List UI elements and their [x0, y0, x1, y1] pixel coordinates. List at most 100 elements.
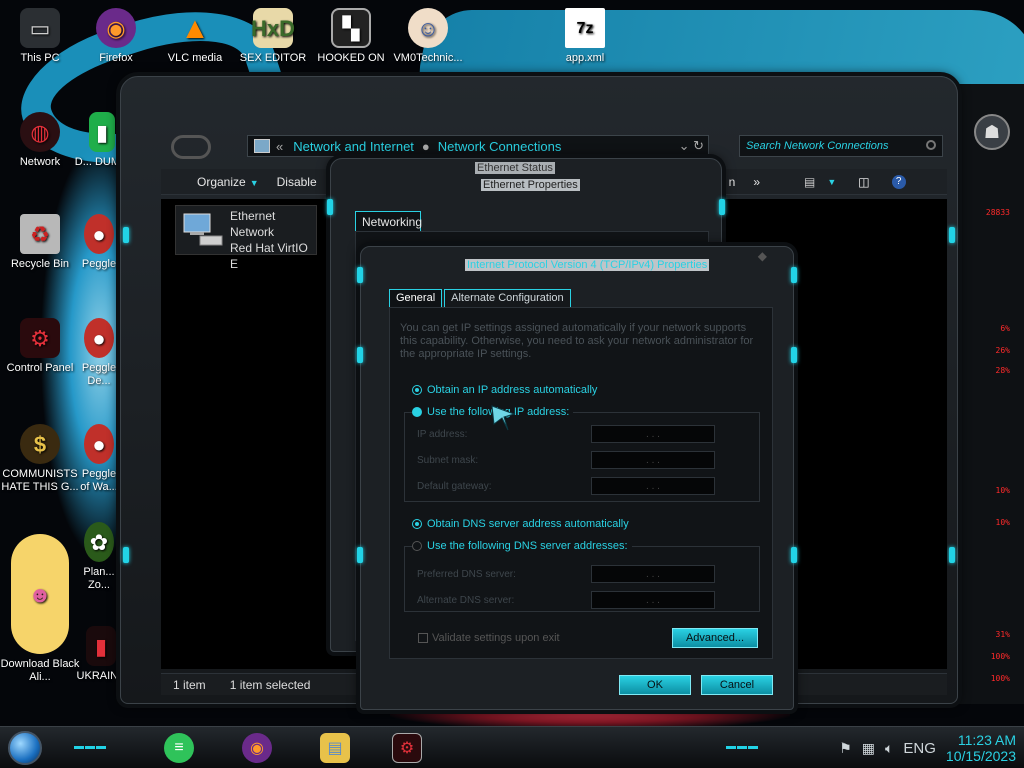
dialog-tabs: General Alternate Configuration [389, 289, 573, 307]
breadcrumb-network-internet[interactable]: Network and Internet [293, 139, 414, 154]
taskbar-control-panel-icon[interactable]: ⚙ [392, 733, 422, 763]
peggle-icon: ● [84, 214, 114, 254]
close-icon[interactable]: ◆ [758, 249, 767, 263]
chevron-down-icon[interactable]: ⌄ ↻ [679, 138, 704, 154]
frame-accent [791, 267, 797, 283]
tab-networking[interactable]: Networking [355, 211, 422, 231]
app-icon: ▮ [89, 112, 115, 152]
language-indicator[interactable]: ENG [903, 740, 936, 757]
desktop-icon-hooked-on[interactable]: ▚ HOOKED ON [311, 8, 391, 65]
desktop-icon-app-xml[interactable]: 7z app.xml [545, 8, 625, 65]
help-icon[interactable]: ? [891, 174, 906, 189]
taskbar-firefox-icon[interactable]: ◉ [242, 733, 272, 763]
desktop-icon-label: VM0Technic... [393, 52, 463, 64]
hex-editor-icon: HxD [251, 8, 295, 48]
clock[interactable]: 11:23 AM 10/15/2023 [946, 732, 1016, 764]
disable-device-button[interactable]: Disable [277, 175, 317, 189]
radio-indicator [412, 407, 422, 417]
radio-label: Obtain DNS server address automatically [427, 518, 629, 530]
tab-alternate-configuration[interactable]: Alternate Configuration [444, 289, 571, 307]
breadcrumb-overflow[interactable]: « [276, 139, 283, 154]
desktop-icon-this-pc[interactable]: ▭ This PC [0, 8, 80, 65]
system-monitor-gadget: ☗ 28833 6% 26% 28% 10% 10% 31% 100% 100% [956, 84, 1024, 704]
desktop-icon-plants-zombies[interactable]: ✿ Plan... Zo... [76, 522, 122, 592]
preferred-dns-field[interactable]: . . . [591, 565, 715, 583]
desktop-icon-peggle-deluxe[interactable]: ● Peggle De... [76, 318, 122, 388]
radio-indicator [412, 385, 422, 395]
organize-button[interactable]: Organize ▼ [179, 175, 259, 189]
desktop-icon-label: Peggle De... [81, 362, 117, 387]
desktop-icon-vm0technic[interactable]: ☺ VM0Technic... [388, 8, 468, 65]
peggle-icon: ● [84, 424, 114, 464]
desktop-icon-ukraine[interactable]: ▮ UKRAINE [76, 626, 126, 683]
search-input[interactable]: Search Network Connections [739, 135, 943, 157]
preview-pane-icon[interactable]: ◫ [858, 175, 869, 189]
frame-accent [949, 547, 955, 563]
connection-status: Network [230, 225, 275, 239]
money-bag-icon: $ [20, 424, 60, 464]
frame-accent [949, 227, 955, 243]
vlc-cone-icon: ▲ [180, 11, 210, 45]
status-item-count: 1 item [173, 677, 206, 692]
desktop-icon-download-black-alien[interactable]: ☻ Download Black Ali... [0, 534, 80, 684]
taskbar-accent: ▬▬▬ [74, 741, 107, 752]
general-tab-panel: You can get IP settings assigned automat… [389, 307, 773, 659]
desktop-icon-network[interactable]: ◍ Network [0, 112, 80, 169]
ok-button[interactable]: OK [619, 675, 691, 695]
advanced-button[interactable]: Advanced... [672, 628, 758, 648]
validate-settings-checkbox[interactable]: Validate settings upon exit [418, 632, 560, 644]
frame-accent [123, 227, 129, 243]
doctor-icon: ☺ [408, 8, 448, 48]
peggle-icon: ● [84, 318, 114, 358]
ethernet-connection-item[interactable]: Ethernet Network Red Hat VirtIO E [175, 205, 317, 271]
view-options-icon[interactable]: ▤ [804, 175, 815, 189]
desktop-icon-control-panel[interactable]: ⚙ Control Panel [0, 318, 80, 375]
breadcrumb-network-connections[interactable]: Network Connections [438, 139, 562, 154]
radio-indicator [412, 519, 422, 529]
start-button[interactable] [8, 731, 42, 765]
gadget-value: 26% [995, 346, 1010, 355]
gadget-value: 31% [995, 630, 1010, 639]
control-panel-icon: ⚙ [20, 318, 60, 358]
tab-general[interactable]: General [389, 289, 443, 307]
frame-accent [791, 547, 797, 563]
default-gateway-field[interactable]: . . . [591, 477, 715, 495]
chevron-down-icon[interactable]: ▼ [827, 177, 836, 187]
desktop-icon-communists[interactable]: $ COMMUNISTS HATE THIS G... [0, 424, 80, 494]
search-icon[interactable] [926, 140, 936, 150]
ipv4-properties-dialog[interactable]: Internet Protocol Version 4 (TCP/IPv4) P… [357, 246, 797, 710]
search-placeholder: Search Network Connections [746, 140, 889, 152]
ethernet-status-title: Ethernet Status [475, 162, 555, 174]
toolbar-more-button[interactable]: » [753, 175, 760, 189]
flag-icon[interactable]: ⚑ [839, 740, 852, 757]
address-bar[interactable]: « Network and Internet ● Network Connect… [247, 135, 709, 157]
desktop-icon-hex-editor[interactable]: HxD SEX EDITOR [233, 8, 313, 65]
desktop-icon-vlc[interactable]: ▲ VLC media [155, 8, 235, 65]
subnet-mask-field[interactable]: . . . [591, 451, 715, 469]
frame-accent [357, 547, 363, 563]
app-icon: ▮ [86, 626, 116, 666]
control-panel-icon [254, 139, 270, 153]
desktop-icon-label: Download Black Ali... [0, 658, 80, 683]
cancel-button[interactable]: Cancel [701, 675, 773, 695]
toolbar-truncated-button[interactable]: n [729, 175, 736, 189]
desktop-icon-firefox[interactable]: ◉ Firefox [76, 8, 156, 65]
ip-address-field[interactable]: . . . [591, 425, 715, 443]
obtain-dns-automatically-radio[interactable]: Obtain DNS server address automatically [412, 518, 629, 530]
volume-icon[interactable]: 🔈︎ [885, 740, 893, 757]
desktop-icon-recycle-bin[interactable]: ♻ Recycle Bin [0, 214, 80, 271]
network-icon[interactable]: ▦ [862, 740, 875, 757]
back-forward-button[interactable] [171, 135, 211, 159]
dns-server-group: Preferred DNS server: . . . Alternate DN… [404, 546, 760, 612]
use-following-dns-radio[interactable]: Use the following DNS server addresses: [412, 540, 632, 552]
taskbar: ▬▬▬ ≡ ◉ ▤ ⚙ ▬▬▬ ⚑ ▦ 🔈︎ ENG 11:23 AM 10/1… [0, 726, 1024, 768]
taskbar-file-explorer-icon[interactable]: ▤ [320, 733, 350, 763]
alternate-dns-field[interactable]: . . . [591, 591, 715, 609]
checkbox-label: Validate settings upon exit [432, 632, 560, 644]
desktop-icon-peggle-wars[interactable]: ● Peggle of Wa... [76, 424, 122, 494]
desktop-icon-peggle[interactable]: ● Peggle [76, 214, 122, 271]
status-selected-count: 1 item selected [229, 677, 311, 692]
preferred-dns-label: Preferred DNS server: [417, 569, 516, 580]
obtain-ip-automatically-radio[interactable]: Obtain an IP address automatically [412, 384, 597, 396]
taskbar-app-icon[interactable]: ≡ [164, 733, 194, 763]
